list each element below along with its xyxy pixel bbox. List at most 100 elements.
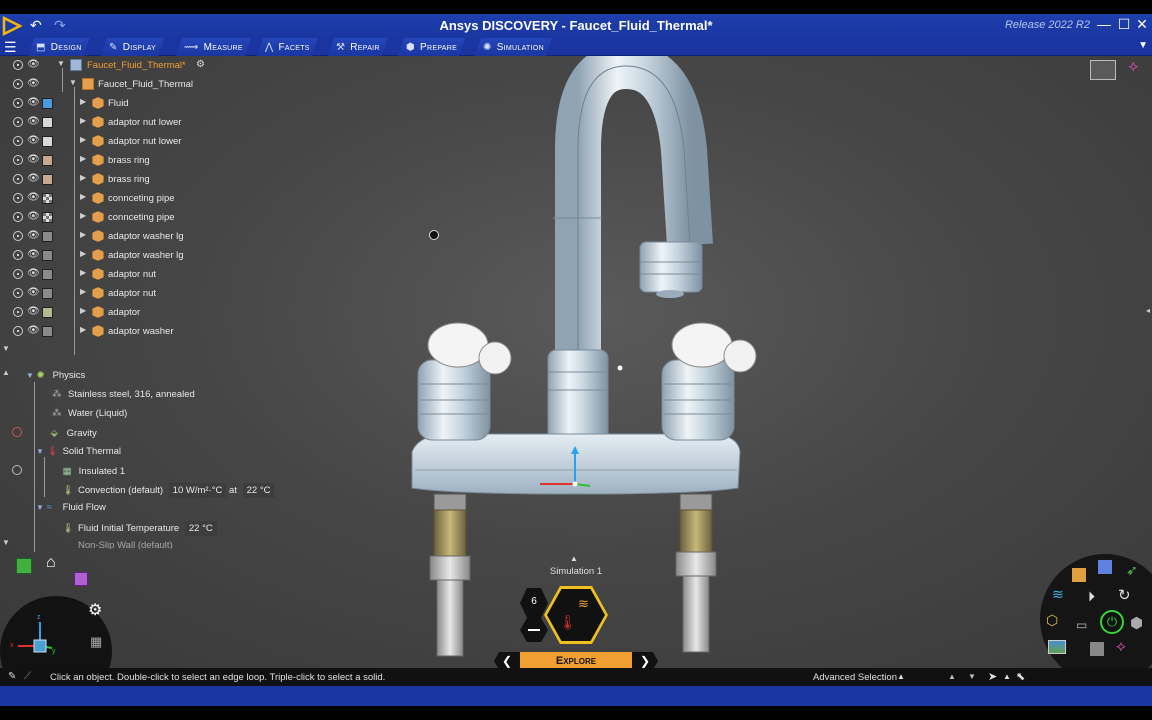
reset-icon[interactable]: ↻	[1118, 586, 1131, 604]
selection-mode-arrow-icon[interactable]: ▲	[897, 672, 905, 681]
lock-settings-icon[interactable]: ⚙	[196, 59, 205, 70]
visibility-eye-icon[interactable]: 👁	[27, 325, 40, 336]
visibility-eye-icon[interactable]: 👁	[27, 78, 40, 89]
convection-coefficient[interactable]: 10 W/m²·°C	[168, 483, 227, 498]
physics-header[interactable]: ▼ ✺ Physics	[26, 370, 85, 389]
tab-repair[interactable]: ⚒ Repair	[328, 38, 388, 56]
expand-arrow-icon[interactable]: ▼	[69, 78, 77, 87]
color-swatch[interactable]	[42, 155, 53, 166]
visibility-eye-icon[interactable]: 👁	[27, 59, 40, 70]
fluid-initial-row[interactable]: 🌡 Fluid Initial Temperature 22 °C	[62, 521, 217, 540]
expand-arrow-icon[interactable]: ▶	[80, 116, 86, 125]
tree-item-row[interactable]: 👁 ▶ brass ring	[0, 151, 270, 170]
expand-arrow-icon[interactable]: ▶	[80, 135, 86, 144]
expand-arrow-icon[interactable]: ▼	[26, 371, 34, 380]
visibility-eye-icon[interactable]: 👁	[27, 306, 40, 317]
target-icon[interactable]	[13, 212, 23, 222]
tree-item-row[interactable]: 👁 ▶ adaptor nut	[0, 284, 270, 303]
target-icon[interactable]	[13, 79, 23, 89]
expand-arrow-icon[interactable]: ▶	[80, 211, 86, 220]
target-icon[interactable]	[12, 465, 22, 475]
target-icon[interactable]	[13, 250, 23, 260]
spin-view-icon[interactable]: ⚙	[88, 600, 102, 620]
grid-view-icon[interactable]: ▦	[90, 634, 102, 650]
pin-tool-icon[interactable]: ⟡	[1128, 58, 1139, 76]
target-icon[interactable]	[13, 155, 23, 165]
target-icon[interactable]	[13, 307, 23, 317]
down-arrow-icon[interactable]: ▼	[968, 672, 976, 681]
tree-item-row[interactable]: 👁 ▶ adaptor nut lower	[0, 113, 270, 132]
gravity-row[interactable]: ⬙ Gravity	[12, 427, 97, 446]
color-swatch[interactable]	[42, 136, 53, 147]
target-icon[interactable]	[13, 231, 23, 241]
visibility-eye-icon[interactable]: 👁	[27, 287, 40, 298]
tree-item-row[interactable]: 👁 ▶ connceting pipe	[0, 189, 270, 208]
tree-item-row[interactable]: 👁 ▶ adaptor	[0, 303, 270, 322]
play-icon[interactable]: ⏵	[1088, 588, 1095, 605]
view-tools-icon[interactable]	[1090, 60, 1116, 80]
target-icon[interactable]	[13, 326, 23, 336]
expand-arrow-icon[interactable]: ▶	[80, 230, 86, 239]
material-row[interactable]: ⁂ Stainless steel, 316, annealed	[52, 389, 195, 408]
box-tool-icon[interactable]	[1090, 642, 1104, 656]
graphics-viewport[interactable]: 👁 ▼ Faucet_Fluid_Thermal* ⚙ 👁 ▼ Faucet_F…	[0, 56, 1152, 706]
close-icon[interactable]: ✕	[1134, 16, 1150, 33]
fluid-flow-row[interactable]: ▼ ≈ Fluid Flow	[36, 502, 106, 521]
visibility-eye-icon[interactable]: 👁	[27, 97, 40, 108]
expand-arrow-icon[interactable]: ▶	[80, 268, 86, 277]
tree-root-row[interactable]: 👁 ▼ Faucet_Fluid_Thermal* ⚙	[0, 56, 270, 75]
hamburger-menu-icon[interactable]: ☰	[4, 39, 17, 56]
expand-arrow-icon[interactable]: ▶	[80, 306, 86, 315]
color-swatch[interactable]	[42, 231, 53, 242]
select-up-icon[interactable]: ▲	[1003, 672, 1011, 681]
home-view-icon[interactable]: ⌂	[46, 554, 56, 572]
tab-facets[interactable]: ⋀ Facets	[257, 38, 318, 56]
convection-row[interactable]: 🌡 Convection (default) 10 W/m²·°C at 22 °…	[62, 483, 275, 502]
target-icon[interactable]	[13, 288, 23, 298]
tree-item-row[interactable]: 👁 ▶ adaptor washer lg	[0, 246, 270, 265]
simulation-expand-icon[interactable]: ▲	[570, 554, 578, 563]
visibility-eye-icon[interactable]: 👁	[27, 211, 40, 222]
visibility-eye-icon[interactable]: 👁	[27, 135, 40, 146]
color-swatch[interactable]	[42, 98, 53, 109]
power-icon[interactable]: ⏻	[1100, 610, 1124, 634]
expand-arrow-icon[interactable]: ▶	[80, 249, 86, 258]
mesh-icon[interactable]: ⬡	[1046, 612, 1058, 629]
tab-design[interactable]: ⬒ Design	[28, 38, 90, 56]
expand-arrow-icon[interactable]: ▼	[36, 503, 44, 512]
tree-item-row[interactable]: 👁 ▶ adaptor nut lower	[0, 132, 270, 151]
expand-arrow-icon[interactable]: ▶	[80, 192, 86, 201]
tab-measure[interactable]: ⟿ Measure	[176, 38, 251, 56]
color-swatch[interactable]	[42, 193, 53, 204]
probe-icon[interactable]: ▭	[1076, 618, 1087, 632]
color-swatch[interactable]	[42, 326, 53, 337]
rainbow-tool-icon[interactable]: ≋	[1052, 586, 1064, 603]
tree-item-row[interactable]: 👁 ▶ adaptor washer lg	[0, 227, 270, 246]
solid-thermal-row[interactable]: ▼ 🌡 Solid Thermal	[36, 446, 121, 465]
tab-simulation[interactable]: ✺ Simulation	[475, 38, 552, 56]
visibility-eye-icon[interactable]: 👁	[27, 192, 40, 203]
view-triad-widget[interactable]: ⌂ ⚙ ▦ z x y	[0, 554, 112, 706]
tool-wheel[interactable]: ➶ ≋ ⏵ ↻ ⬡ ▭ ⏻ ⬢ ⟡	[1040, 554, 1152, 684]
expand-arrow-icon[interactable]: ▶	[80, 97, 86, 106]
color-swatch[interactable]	[42, 269, 53, 280]
minimize-icon[interactable]: —	[1096, 16, 1112, 32]
color-swatch[interactable]	[42, 307, 53, 318]
target-icon[interactable]	[13, 98, 23, 108]
cube-view-icon[interactable]	[16, 558, 32, 574]
eraser-icon[interactable]: ⟋	[24, 671, 31, 682]
target-icon[interactable]	[13, 193, 23, 203]
expand-arrow-icon[interactable]: ▶	[80, 325, 86, 334]
image-icon[interactable]	[1048, 640, 1066, 654]
visibility-eye-icon[interactable]: 👁	[27, 173, 40, 184]
expand-arrow-icon[interactable]: ▼	[36, 447, 44, 456]
physics-scroll-down-icon[interactable]: ▼	[2, 538, 10, 547]
target-icon[interactable]	[13, 60, 23, 70]
material-cube-icon[interactable]	[1072, 568, 1086, 582]
ribbon-collapse-icon[interactable]: ▼	[1138, 40, 1148, 51]
material-row[interactable]: ⁂ Water (Liquid)	[52, 408, 127, 427]
tree-item-row[interactable]: 👁 ▶ brass ring	[0, 170, 270, 189]
visibility-eye-icon[interactable]: 👁	[27, 116, 40, 127]
color-swatch[interactable]	[42, 174, 53, 185]
tab-prepare[interactable]: ⬢ Prepare	[398, 38, 465, 56]
